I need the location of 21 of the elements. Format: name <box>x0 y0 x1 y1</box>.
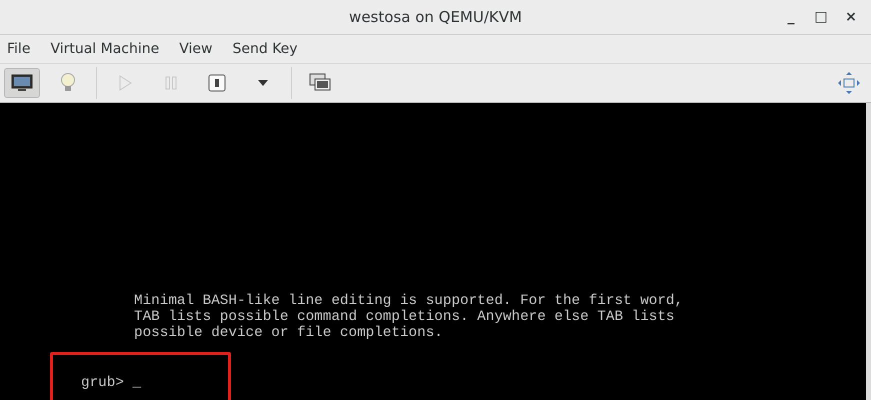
maximize-button[interactable]: □ <box>813 6 829 28</box>
console-line: TAB lists possible command completions. Anywhere else TAB lists <box>134 309 675 325</box>
close-button[interactable]: × <box>843 6 859 28</box>
console-line: Minimal BASH-like line editing is supported. For the first word, <box>134 293 684 309</box>
lightbulb-icon <box>60 72 76 94</box>
menu-item[interactable]: View <box>179 38 212 60</box>
minimize-button[interactable]: _ <box>783 6 799 28</box>
pause-icon <box>164 76 178 90</box>
monitor-icon <box>11 74 33 92</box>
play-icon <box>118 75 132 91</box>
screens-icon <box>309 73 331 93</box>
menu-item[interactable]: Send Key <box>232 38 298 60</box>
grub-prompt: grub> _ <box>81 375 142 391</box>
menu-item[interactable]: Virtual Machine <box>50 38 160 60</box>
console-line: possible device or file completions. <box>134 325 443 341</box>
menu-item[interactable]: File <box>7 38 30 60</box>
fullscreen-icon <box>838 72 860 94</box>
monitor-button[interactable] <box>4 68 40 98</box>
window-title: westosa on QEMU/KVM <box>349 6 522 28</box>
caret-icon <box>258 80 268 86</box>
power-icon <box>208 74 226 92</box>
